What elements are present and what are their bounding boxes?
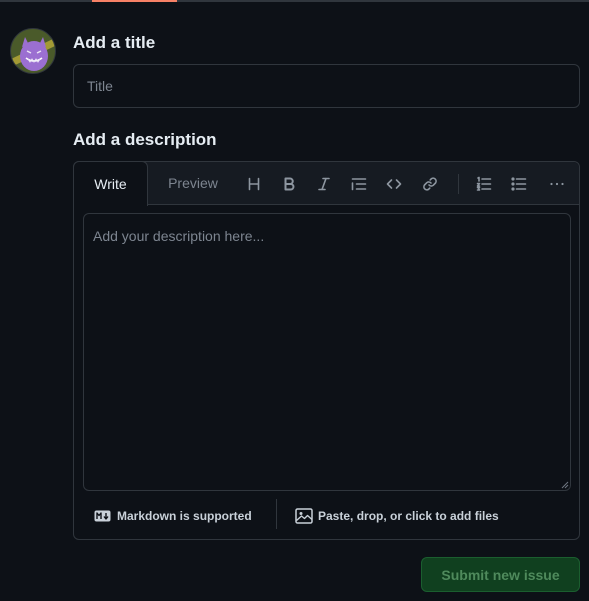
italic-icon — [318, 177, 330, 191]
new-issue-page: Add a title Add a description Write Prev… — [0, 0, 589, 601]
attach-files-button[interactable]: Paste, drop, or click to add files — [295, 507, 499, 525]
quote-button[interactable] — [347, 172, 371, 196]
ordered-list-icon — [476, 176, 492, 191]
more-options-button[interactable] — [545, 172, 569, 196]
kebab-horizontal-icon — [550, 182, 564, 186]
avatar[interactable] — [10, 28, 56, 74]
active-tab-indicator — [92, 0, 177, 2]
tab-underline-border — [0, 0, 589, 2]
tab-write[interactable]: Write — [73, 161, 148, 206]
bold-button[interactable] — [277, 172, 301, 196]
bold-icon — [284, 177, 295, 191]
unordered-list-button[interactable] — [507, 172, 531, 196]
markdown-icon — [94, 510, 111, 522]
toolbar-divider — [458, 174, 459, 194]
link-button[interactable] — [418, 172, 442, 196]
resize-handle-icon[interactable] — [561, 481, 569, 489]
quote-icon — [351, 178, 367, 191]
title-input[interactable] — [73, 64, 580, 108]
title-label: Add a title — [73, 33, 156, 52]
link-icon — [423, 177, 437, 191]
tab-preview[interactable]: Preview — [156, 162, 230, 205]
editor-toolbar: Write Preview — [73, 161, 579, 206]
markdown-supported-label: Markdown is supported — [117, 509, 252, 523]
description-label: Add a description — [73, 130, 217, 149]
image-icon — [295, 508, 313, 524]
attach-files-label: Paste, drop, or click to add files — [318, 509, 499, 523]
unordered-list-icon — [511, 177, 527, 191]
markdown-editor: Write Preview Add your description here.… — [73, 161, 580, 540]
heading-icon — [248, 177, 260, 191]
submit-issue-button[interactable]: Submit new issue — [421, 557, 580, 592]
heading-button[interactable] — [242, 172, 266, 196]
code-icon — [386, 179, 402, 189]
ordered-list-button[interactable] — [472, 172, 496, 196]
description-textarea[interactable] — [83, 213, 571, 491]
markdown-supported-link[interactable]: Markdown is supported — [94, 508, 252, 524]
code-button[interactable] — [382, 172, 406, 196]
footer-divider — [276, 499, 277, 529]
italic-button[interactable] — [312, 172, 336, 196]
